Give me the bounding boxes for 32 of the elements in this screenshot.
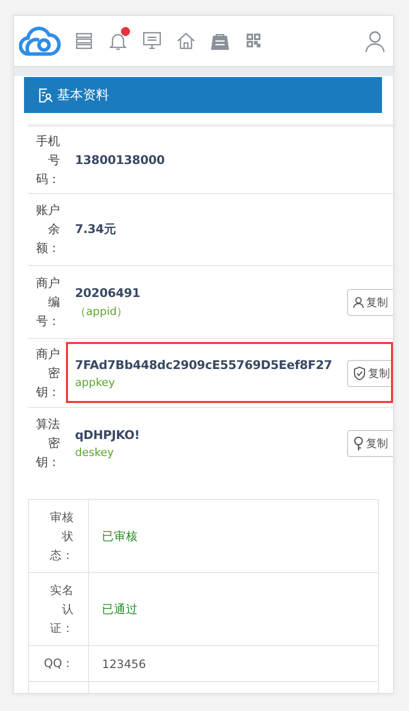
- profile-icon: [37, 86, 54, 104]
- cloud-logo[interactable]: [19, 25, 61, 57]
- field-value: 7.34元: [75, 221, 117, 238]
- field-hint: appkey: [75, 376, 116, 388]
- home-icon[interactable]: [175, 30, 197, 52]
- field-label: 算法密钥：: [36, 416, 60, 470]
- table-label: QQ：: [44, 655, 74, 672]
- monitor-icon[interactable]: [141, 30, 163, 52]
- table-value: 已审核: [102, 528, 138, 544]
- field-label: 账户余额：: [36, 202, 60, 257]
- field-value: 20206491: [75, 286, 142, 300]
- key-icon: [352, 436, 365, 450]
- field-label: 商户编号：: [36, 274, 60, 330]
- field-value: 13800138000: [75, 153, 166, 167]
- table-label: 审核状态：: [49, 508, 74, 564]
- user-icon[interactable]: [363, 29, 387, 53]
- copy-button[interactable]: 复制: [347, 430, 393, 456]
- table-value: 已通过: [102, 602, 138, 616]
- field-label: 手机号码：: [36, 132, 60, 188]
- shield-check-icon: [352, 366, 367, 380]
- field-label: 商户密钥：: [36, 346, 60, 400]
- field-value: 7FAd7Bb448dc2909cE55769D5Eef8F27: [75, 358, 334, 372]
- copy-button[interactable]: 复制: [347, 288, 393, 316]
- field-value: qDHPJKO!: [75, 428, 141, 442]
- table-label: 实名认证：: [49, 582, 74, 636]
- user-icon: [352, 296, 365, 308]
- field-hint: deskey: [75, 446, 115, 458]
- list-icon[interactable]: [73, 30, 95, 52]
- copy-button[interactable]: 复制: [347, 360, 393, 386]
- section-title: 基本资料: [57, 87, 109, 104]
- table-value: 123456: [102, 656, 146, 670]
- field-hint: （appid）: [75, 304, 129, 318]
